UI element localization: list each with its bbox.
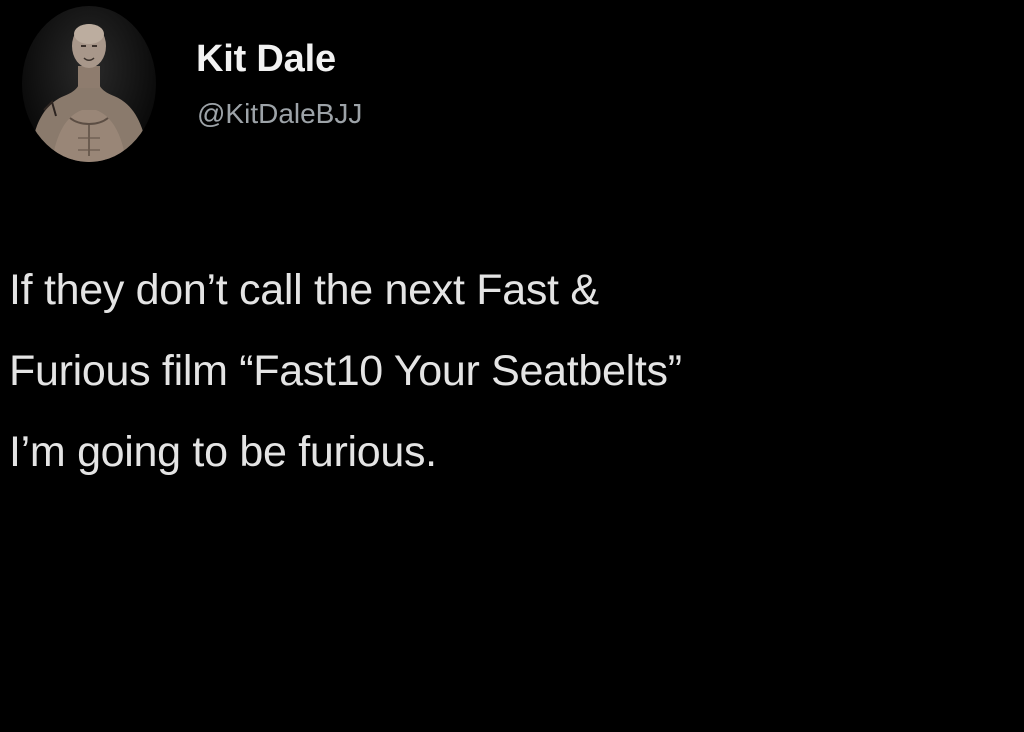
tweet-text-line: If they don’t call the next Fast & <box>9 266 599 314</box>
author-handle[interactable]: @KitDaleBJJ <box>197 97 362 131</box>
author-name[interactable]: Kit Dale <box>196 36 336 82</box>
avatar[interactable] <box>22 6 156 162</box>
tweet-text-line: I’m going to be furious. <box>9 428 437 476</box>
tweet-card: Kit Dale @KitDaleBJJ If they don’t call … <box>0 0 1024 732</box>
tweet-text: If they don’t call the next Fast & Furio… <box>9 250 1009 493</box>
tweet-text-line: Furious film “Fast10 Your Seatbelts” <box>9 347 682 395</box>
avatar-image <box>30 24 148 162</box>
